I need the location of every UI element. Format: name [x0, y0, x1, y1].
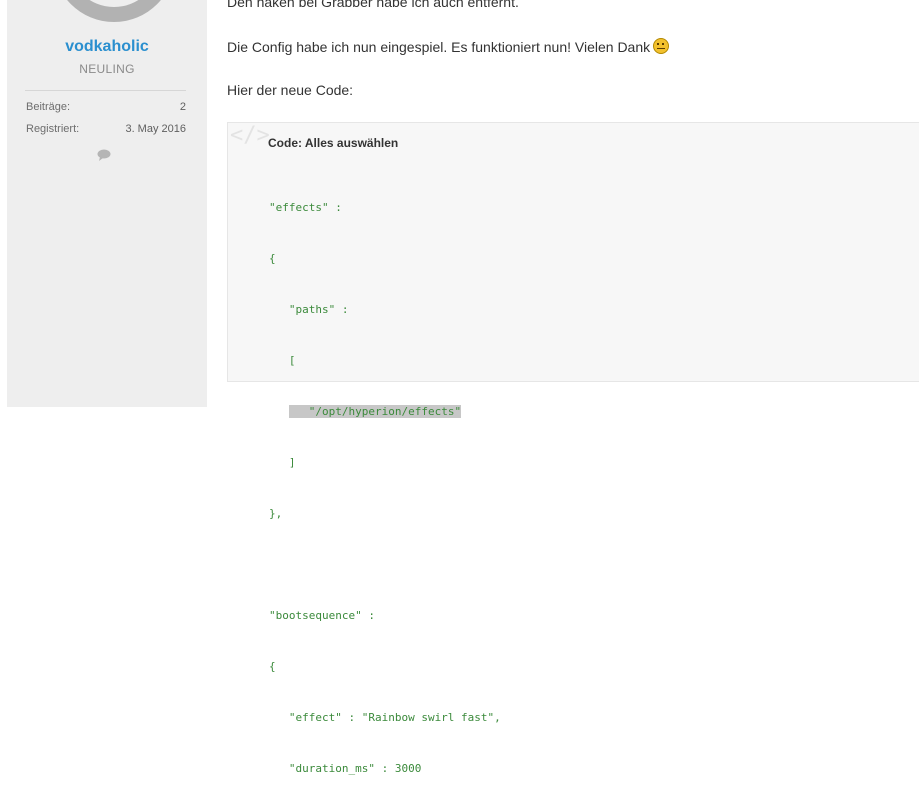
code-line: "paths" :: [269, 303, 349, 316]
code-line: "duration_ms" : 3000: [269, 762, 422, 775]
code-line: "bootsequence" :: [269, 609, 375, 622]
avatar[interactable]: [53, 0, 175, 22]
code-line: [: [269, 354, 296, 367]
post-paragraph-text: Die Config habe ich nun eingespiel. Es f…: [227, 39, 651, 55]
page-gutter: [0, 0, 7, 407]
user-sidebar: vodkaholic NEULING Beiträge: 2 Registrie…: [7, 0, 207, 407]
user-rank: NEULING: [79, 62, 135, 76]
chat-icon[interactable]: [97, 149, 111, 161]
code-line: ]: [269, 456, 296, 469]
code-content[interactable]: "effects" : { "paths" : [ "/opt/hyperion…: [269, 165, 501, 811]
post-paragraph: Hier der neue Code:: [227, 82, 354, 98]
sidebar-divider: [25, 90, 186, 91]
stat-label: Beiträge:: [26, 101, 71, 113]
code-line: {: [269, 660, 276, 673]
code-line: "effect" : "Rainbow swirl fast",: [269, 711, 501, 724]
post-content: Den haken bei Grabber habe ich auch entf…: [227, 0, 919, 775]
code-select-all-link[interactable]: Code: Alles auswählen: [268, 136, 398, 150]
code-line: "/opt/hyperion/effects": [269, 403, 501, 420]
code-line: {: [269, 252, 276, 265]
smiley-icon: [653, 38, 670, 54]
post-paragraph: Die Config habe ich nun eingespiel. Es f…: [227, 38, 670, 55]
stat-label: Registriert:: [26, 123, 80, 135]
code-line: },: [269, 507, 283, 520]
code-block: </> Code: Alles auswählen "effects" : { …: [227, 122, 919, 775]
code-icon: </>: [230, 123, 270, 148]
stat-value[interactable]: 2: [180, 101, 186, 113]
username-link[interactable]: vodkaholic: [7, 38, 207, 56]
stat-value: 3. May 2016: [125, 123, 186, 135]
code-line: "effects" :: [269, 201, 342, 214]
post-paragraph: Den haken bei Grabber habe ich auch entf…: [227, 0, 519, 10]
